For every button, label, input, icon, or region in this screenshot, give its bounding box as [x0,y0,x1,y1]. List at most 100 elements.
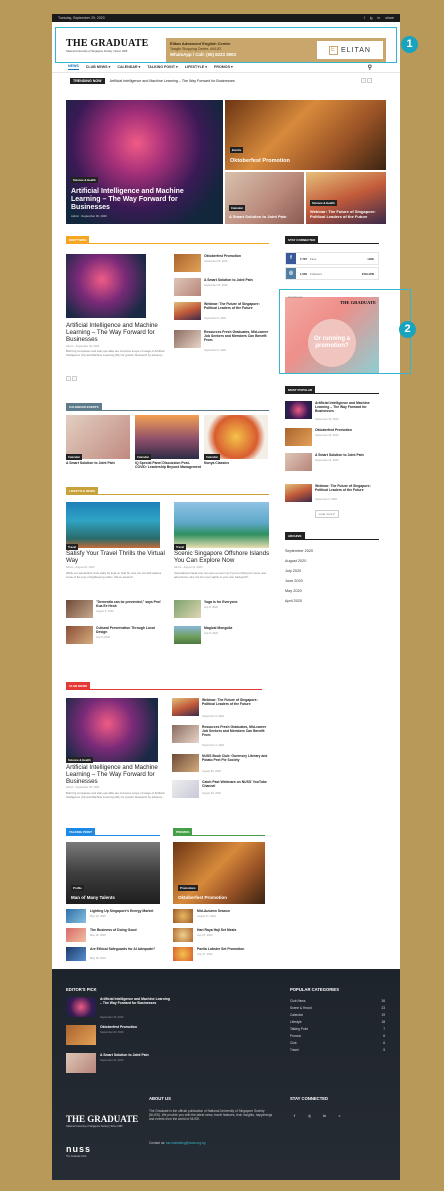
promo-title-1[interactable]: Mid-Autumn Season [197,909,267,913]
dm-title-1[interactable]: Oktoberfest Promotion [204,254,270,258]
tp-title-1[interactable]: Lighting Up Singapore's Energy Market [90,909,160,913]
search-icon[interactable]: ⚲ [368,64,372,71]
cat-lifestyle[interactable]: Lifestyle 18 [290,1020,385,1024]
ep-thumb-1[interactable] [66,997,96,1017]
hero-top-tag[interactable]: Events [230,147,244,153]
lifestyle-image-b[interactable] [174,502,269,548]
instagram-icon[interactable]: ◎ [305,1112,314,1121]
club-title-2[interactable]: Resources Fresh Graduates, Mid-career Jo… [202,725,268,738]
ls-title-1[interactable]: "Dementia can be prevented," says Prof K… [96,600,162,608]
prev-arrow-icon[interactable]: ‹ [361,78,366,83]
cal-image-3[interactable] [204,415,268,459]
dm-title-4[interactable]: Resources Fresh Graduates, Mid-career Jo… [204,330,270,343]
cal-tag-3[interactable]: Calendar [204,454,220,460]
hero-main-tag[interactable]: Science & Health [71,177,98,183]
club-thumb-2[interactable] [172,725,199,743]
cal-title-3[interactable]: Nonya Classics [204,461,268,465]
nav-talking-point[interactable]: TALKING POINT ▾ [147,65,178,69]
ls-thumb-3[interactable] [66,626,93,644]
archive-apr-2020[interactable]: April 2020 [285,599,302,603]
promo-thumb-1[interactable] [173,909,193,923]
dont-miss-main-title[interactable]: Artificial Intelligence and Machine Lear… [66,322,166,343]
club-thumb-3[interactable] [172,754,199,772]
lifestyle-title-b[interactable]: Scenic Singapore Offshore Islands You Ca… [174,550,274,564]
talking-main-tag[interactable]: Profile [71,885,84,891]
tp-title-3[interactable]: Are Ethical Safeguards for AI Adequate? [90,947,160,951]
ls-thumb-2[interactable] [174,600,201,618]
ep-title-2[interactable]: Oktoberfest Promotion [100,1025,170,1029]
next-page-icon[interactable]: › [72,376,77,381]
archive-sep-2020[interactable]: September 2020 [285,549,313,553]
lifestyle-image-a[interactable] [66,502,160,548]
tp-thumb-2[interactable] [66,928,86,942]
archive-jul-2020[interactable]: July 2020 [285,569,301,573]
cat-promos[interactable]: Promos 6 [290,1034,385,1038]
cat-club-news[interactable]: Club News 26 [290,999,385,1003]
pop-title-3[interactable]: A Smart Solution to Joint Pain [315,453,379,457]
hero-bottom-left-card[interactable]: Calendar A Smart Solution to Joint Pain [225,172,304,224]
dm-title-3[interactable]: Webinar: The Future of Singapore: Politi… [204,302,270,310]
prev-page-icon[interactable]: ‹ [66,376,71,381]
cal-title-1[interactable]: A Smart Solution to Joint Pain [66,461,130,465]
facebook-icon[interactable]: f [290,1112,299,1121]
cal-tag-1[interactable]: Calendar [66,454,82,460]
tp-thumb-1[interactable] [66,909,86,923]
cat-calendar[interactable]: Calendar 19 [290,1013,385,1017]
club-thumb-4[interactable] [172,780,199,798]
nav-promos[interactable]: PROMOS ▾ [214,65,233,69]
hero-top-title[interactable]: Oktoberfest Promotion [230,158,290,164]
nuss-logo[interactable]: nuss [66,1144,91,1154]
club-thumb-1[interactable] [172,698,199,716]
ls-thumb-1[interactable] [66,600,93,618]
hero-bottom-right-card[interactable]: Science & Health Webinar: The Future of … [306,172,386,224]
instagram-followers-box[interactable]: ◎ 1,000 Followers FOLLOW [285,267,379,280]
nav-news[interactable]: NEWS [68,64,79,70]
promos-main-title[interactable]: Oktoberfest Promotion [178,895,227,900]
dm-title-2[interactable]: A Smart Solution to Joint Pain [204,278,270,282]
dm-thumb-4[interactable] [174,330,201,348]
trending-link[interactable]: Artificial Intelligence and Machine Lear… [110,79,235,83]
facebook-icon[interactable]: f [364,16,365,20]
ls-title-2[interactable]: Yoga is for Everyone [204,600,270,604]
dm-thumb-3[interactable] [174,302,201,320]
lifestyle-title-a[interactable]: Satisfy Your Travel Thrills the Virtual … [66,550,166,564]
pop-thumb-1[interactable] [285,401,312,419]
tp-title-2[interactable]: The Business of Doing Good [90,928,160,932]
dm-thumb-2[interactable] [174,278,201,296]
hero-br-title[interactable]: Webinar: The Future of Singapore: Politi… [310,210,386,220]
talking-main-title[interactable]: Man of Many Talents [71,895,115,900]
hero-bl-title[interactable]: A Smart Solution to Joint Pain [229,214,286,220]
share-icon[interactable]: < [335,1112,344,1121]
promos-main-tag[interactable]: Promotions [178,885,198,891]
club-title-3[interactable]: NUSS Book Club: Guernsey Literary and Po… [202,754,268,762]
club-main-title[interactable]: Artificial Intelligence and Machine Lear… [66,764,166,785]
fb-like-button[interactable]: LIKE [368,257,374,261]
load-more-button[interactable]: Load more ▾ [315,510,339,518]
club-main-tag[interactable]: Science & Health [66,757,93,763]
linkedin-icon[interactable]: in [378,16,381,20]
facebook-fans-box[interactable]: f 7,797 Fans LIKE [285,252,379,265]
ep-title-1[interactable]: Artificial Intelligence and Machine Lear… [100,997,170,1005]
club-title-1[interactable]: Webinar: The Future of Singapore: Politi… [202,698,268,706]
pop-thumb-2[interactable] [285,428,312,446]
promo-title-2[interactable]: Hari Raya Haji Set Meals [197,928,267,932]
hero-top-card[interactable]: Events Oktoberfest Promotion [225,100,386,170]
nav-calendar[interactable]: CALENDAR ▾ [117,65,140,69]
cal-title-2[interactable]: IQ Special Panel Discussion Post-COVID: … [135,461,201,469]
cat-club[interactable]: Club 6 [290,1041,385,1045]
dont-miss-main-image[interactable] [66,254,146,318]
ls-thumb-4[interactable] [174,626,201,644]
hero-bl-tag[interactable]: Calendar [229,205,245,212]
ep-thumb-3[interactable] [66,1053,96,1073]
cat-scene-heard[interactable]: Scene & Heard 23 [290,1006,385,1010]
footer-logo[interactable]: THE GRADUATE [66,1114,138,1124]
linkedin-icon[interactable]: in [320,1112,329,1121]
cat-talking-point[interactable]: Talking Point 7 [290,1027,385,1031]
cal-tag-2[interactable]: Calendar [135,454,151,460]
promo-thumb-3[interactable] [173,947,193,961]
hero-main-card[interactable]: Science & Health Artificial Intelligence… [66,100,223,224]
tp-thumb-3[interactable] [66,947,86,961]
archive-aug-2020[interactable]: August 2020 [285,559,306,563]
promo-thumb-2[interactable] [173,928,193,942]
promo-title-3[interactable]: Paella Lobster Set Promotion [197,947,267,951]
